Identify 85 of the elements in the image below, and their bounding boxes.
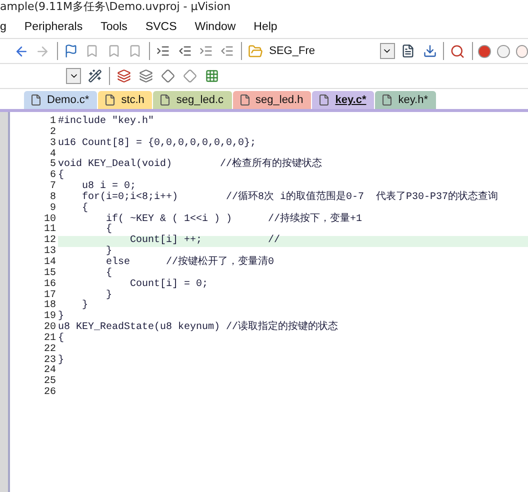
- line-number: 22: [42, 344, 57, 355]
- circle-icon[interactable]: [497, 44, 510, 58]
- code-line: else //按键松开了，变量清0: [105, 256, 274, 268]
- line-number: 10: [42, 214, 57, 225]
- folder-icon[interactable]: [248, 44, 263, 58]
- code-line: Count[i] ++; //: [129, 235, 280, 246]
- menu-item[interactable]: SVCS: [136, 21, 186, 33]
- line-number: 13: [42, 247, 57, 258]
- line-number: 23: [42, 356, 57, 366]
- breakpoint-icon[interactable]: [478, 44, 491, 58]
- code-line: u16 Count[8] = {0,0,0,0,0,0,0,0};: [58, 138, 256, 149]
- line-number: 15: [42, 268, 57, 279]
- dropdown-button[interactable]: [66, 68, 81, 84]
- wand-icon[interactable]: [88, 69, 102, 83]
- code-line: }: [58, 311, 64, 322]
- menu-item[interactable]: Tools: [92, 21, 136, 33]
- line-number: 19: [42, 312, 57, 322]
- code-line: u8 KEY_ReadState(u8 keynum) //读取指定的按键的状态: [58, 322, 338, 334]
- line-number: 7: [48, 182, 57, 192]
- code-line: #include "key.h": [58, 116, 154, 127]
- menu-item[interactable]: Help: [244, 21, 286, 33]
- menu-item[interactable]: Peripherals: [15, 21, 92, 33]
- code-line: }: [58, 354, 64, 366]
- code-line: }: [105, 290, 112, 300]
- circle-icon[interactable]: [516, 44, 528, 58]
- line-number: 9: [48, 204, 57, 214]
- line-number: 4: [48, 150, 57, 160]
- line-number: 16: [42, 280, 57, 290]
- diamond-icon[interactable]: [161, 69, 175, 83]
- line-number: 17: [42, 290, 57, 300]
- code-line: for(i=0;i<8;i++) //循环8次 i的取值范围是0-7 代表了P30-P37的状态查询: [81, 192, 498, 203]
- code-line: if( ~KEY & ( 1<<i ) ) //持续按下，变量+1: [105, 214, 362, 225]
- line-number: 3: [48, 138, 57, 149]
- file-icon: [318, 94, 330, 106]
- line-number: 11: [42, 225, 57, 236]
- menu-item[interactable]: Window: [186, 21, 245, 33]
- code-line: {: [105, 224, 112, 236]
- grid-icon[interactable]: [205, 69, 219, 83]
- flag-icon[interactable]: [64, 44, 78, 58]
- file-tab[interactable]: seg_led.h: [232, 91, 312, 109]
- search-icon[interactable]: [450, 44, 466, 58]
- code-line: {: [58, 170, 64, 182]
- line-number: 5: [48, 160, 57, 170]
- file-icon: [104, 94, 116, 106]
- download-icon[interactable]: [422, 44, 437, 58]
- outdent-icon[interactable]: [178, 44, 192, 58]
- code-line: {: [58, 332, 64, 344]
- dropdown-button[interactable]: [380, 43, 395, 59]
- line-number: 8: [48, 192, 57, 203]
- line-number: 24: [42, 366, 57, 376]
- code-line: Count[i] = 0;: [129, 278, 208, 290]
- line-number: 18: [42, 301, 57, 312]
- line-number: 14: [42, 258, 57, 268]
- file-icon: [159, 94, 172, 106]
- bookmark-icon[interactable]: [128, 44, 142, 58]
- code-line: {: [105, 268, 112, 279]
- file-tab[interactable]: Demo.c*: [24, 91, 98, 109]
- code-line: u8 i = 0;: [81, 181, 136, 192]
- window-title: ample(9.11M多任务\Demo.uvproj - µVision: [0, 0, 232, 14]
- bookmark-icon[interactable]: [85, 44, 100, 58]
- line-number: 25: [42, 377, 57, 388]
- file-tab[interactable]: seg_led.c: [153, 91, 232, 109]
- code-line: }: [81, 300, 88, 312]
- file-tab[interactable]: key.h*: [375, 91, 436, 109]
- code-line: void KEY_Deal(void) //检查所有的按键状态: [58, 159, 322, 170]
- indent-icon[interactable]: [156, 44, 170, 58]
- bookmark-icon[interactable]: [106, 44, 121, 58]
- document-icon[interactable]: [401, 44, 416, 58]
- target-name: SEG_Fre: [269, 45, 316, 57]
- file-tab[interactable]: stc.h: [98, 91, 152, 109]
- file-tab[interactable]: key.c*: [312, 91, 374, 109]
- line-number: 21: [42, 334, 57, 344]
- file-icon: [381, 94, 394, 106]
- file-icon: [238, 94, 251, 106]
- code-line: }: [105, 246, 112, 258]
- code-line: {: [81, 202, 88, 214]
- line-number: 26: [42, 388, 57, 399]
- file-icon: [30, 94, 42, 106]
- line-number: 1: [48, 117, 57, 127]
- line-number: 20: [42, 323, 57, 334]
- line-number: 12: [42, 236, 57, 246]
- line-number: 2: [48, 128, 57, 138]
- diamond-icon[interactable]: [183, 69, 197, 83]
- line-number: 6: [48, 171, 57, 182]
- menu-item[interactable]: g: [0, 21, 16, 33]
